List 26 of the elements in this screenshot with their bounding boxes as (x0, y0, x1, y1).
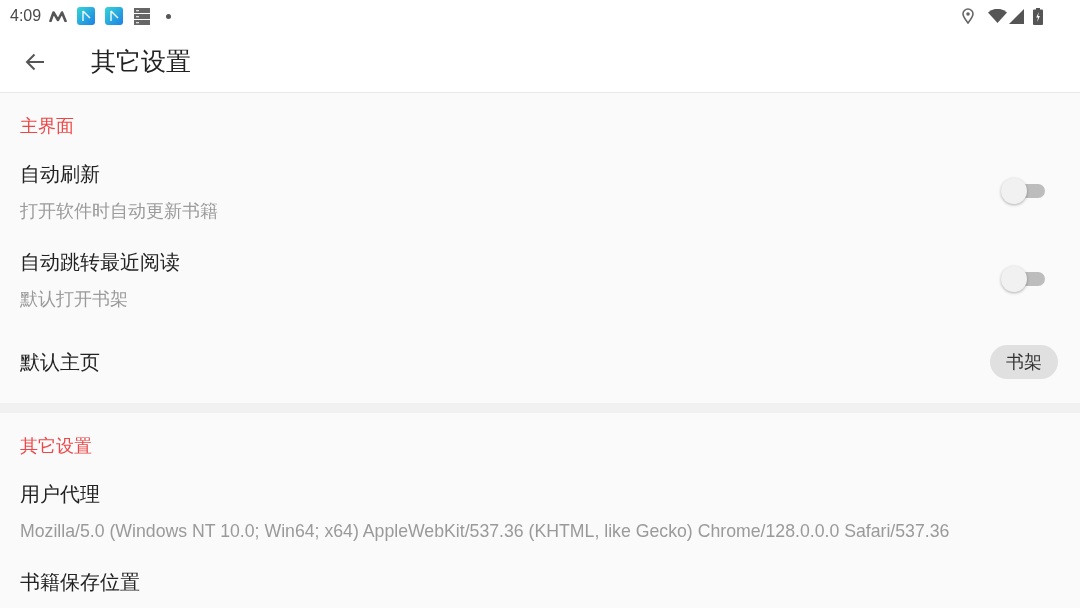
setting-summary: Mozilla/5.0 (Windows NT 10.0; Win64; x64) AppleWebKit/537.36 (KHTML, like Gecko) Chrome/128.0.0.0 Safari/537.36 (20, 520, 950, 542)
zigzag-icon (49, 10, 68, 22)
toggle-switch[interactable] (1001, 265, 1045, 293)
setting-summary: 打开软件时自动更新书籍 (20, 200, 218, 222)
back-arrow-icon (25, 53, 45, 71)
location-icon (962, 8, 974, 24)
back-button[interactable] (25, 53, 45, 71)
setting-title: 默认主页 (20, 350, 100, 375)
setting-title: 自动刷新 (20, 162, 100, 187)
setting-title: 用户代理 (20, 482, 100, 507)
dot-icon (166, 13, 172, 19)
wifi-icon (988, 9, 1007, 23)
toggle-switch[interactable] (1001, 177, 1045, 205)
flag-app-icon (105, 7, 124, 25)
setting-title: 书籍保存位置 (20, 570, 140, 595)
status-time: 4:09 (10, 7, 42, 25)
setting-summary: 默认打开书架 (20, 288, 128, 310)
section-header: 主界面 (20, 115, 74, 137)
battery-icon (1033, 7, 1043, 25)
option-chip[interactable]: 书架 (990, 345, 1058, 379)
screen-title: 其它设置 (91, 47, 191, 77)
section-header: 其它设置 (20, 435, 92, 457)
flag-app-icon (77, 7, 96, 25)
signal-icon (1009, 8, 1024, 24)
server-icon (134, 7, 151, 25)
setting-title: 自动跳转最近阅读 (20, 250, 180, 275)
